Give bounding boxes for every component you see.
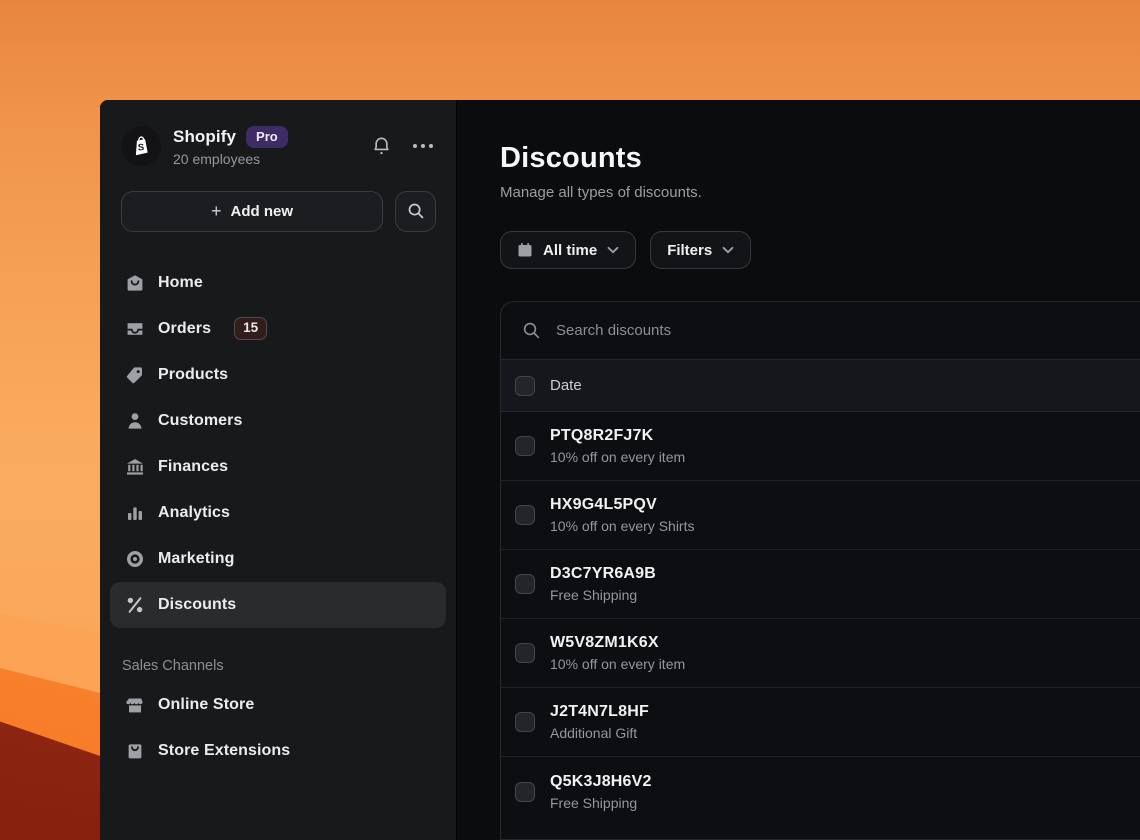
sidebar-item-finances[interactable]: Finances [110,444,446,490]
workspace-header: S Shopify Pro 20 employees [100,100,456,167]
search-discounts-input[interactable] [556,322,1140,339]
home-icon [125,273,145,293]
sidebar-item-analytics[interactable]: Analytics [110,490,446,536]
row-checkbox[interactable] [515,712,535,732]
sidebar-nav: Home Orders 15 Products Customers Financ… [110,260,446,628]
sidebar-item-label: Customers [158,411,243,429]
sidebar-item-marketing[interactable]: Marketing [110,536,446,582]
workspace-actions [371,135,436,157]
orders-count-badge: 15 [234,317,268,341]
sales-channels-nav: Online Store Store Extensions [110,682,446,774]
main-content: Discounts Manage all types of discounts.… [457,100,1140,840]
sidebar-item-label: Store Extensions [158,741,291,759]
sidebar-item-label: Home [158,273,203,291]
bell-icon[interactable] [371,135,392,157]
sidebar-item-home[interactable]: Home [110,260,446,306]
table-header-row: Date [501,360,1140,412]
sidebar-item-label: Products [158,365,229,383]
person-icon [125,411,145,431]
page-subtitle: Manage all types of discounts. [500,184,702,201]
search-icon [522,321,542,340]
discount-code: D3C7YR6A9B [550,565,657,582]
sidebar-search-button[interactable] [395,190,436,232]
add-new-button[interactable]: + Add new [121,190,383,232]
discount-description: 10% off on every Shirts [550,518,695,534]
bar-chart-icon [125,503,145,523]
sidebar-item-orders[interactable]: Orders 15 [110,306,446,352]
table-row[interactable]: D3C7YR6A9B Free Shipping [501,550,1140,619]
discount-description: 10% off on every item [550,449,686,465]
time-range-label: All time [543,241,598,259]
workspace-meta: Shopify Pro 20 employees [173,126,371,167]
sidebar-item-customers[interactable]: Customers [110,398,446,444]
calendar-icon [517,242,533,258]
row-checkbox[interactable] [515,643,535,663]
row-checkbox[interactable] [515,505,535,525]
add-new-label: Add new [230,202,294,220]
discount-code: W5V8ZM1K6X [550,634,659,651]
table-row[interactable]: PTQ8R2FJ7K 10% off on every item [501,412,1140,481]
discount-description: 10% off on every item [550,656,686,672]
row-checkbox[interactable] [515,781,535,802]
discount-code: PTQ8R2FJ7K [550,427,654,444]
chevron-down-icon [722,246,734,254]
row-checkbox[interactable] [515,436,535,456]
bank-icon [125,457,145,477]
discount-code: HX9G4L5PQV [550,496,657,513]
filter-row: All time Filters [500,231,1140,269]
storefront-icon [125,695,145,715]
select-all-checkbox[interactable] [515,375,535,396]
plan-badge: Pro [246,126,288,148]
app-window: S Shopify Pro 20 employees + Add new Hom… [100,100,1140,840]
table-row[interactable]: Q5K3J8H6V2 Free Shipping [501,757,1140,826]
target-icon [125,549,145,569]
ellipsis-icon[interactable] [412,143,434,149]
orders-icon [125,319,145,339]
sidebar: S Shopify Pro 20 employees + Add new Hom… [100,100,457,840]
discounts-table-card: Date PTQ8R2FJ7K 10% off on every item HX… [500,301,1140,840]
discount-code: Q5K3J8H6V2 [550,772,652,790]
search-icon [408,203,423,219]
column-header-date: Date [550,377,582,394]
sidebar-item-products[interactable]: Products [110,352,446,398]
discount-description: Additional Gift [550,725,638,741]
percent-icon [125,595,145,615]
table-row[interactable]: HX9G4L5PQV 10% off on every Shirts [501,481,1140,550]
sidebar-item-label: Online Store [158,695,255,713]
shopping-bag-icon [125,741,145,761]
svg-text:S: S [138,143,145,154]
discount-description: Free Shipping [550,587,638,603]
sidebar-item-label: Finances [158,457,229,475]
sidebar-item-label: Orders [158,319,212,337]
table-row[interactable]: J2T4N7L8HF Additional Gift [501,688,1140,757]
chevron-down-icon [607,246,619,254]
table-row[interactable]: W5V8ZM1K6X 10% off on every item [501,619,1140,688]
discount-code: J2T4N7L8HF [550,703,649,720]
sidebar-item-discounts[interactable]: Discounts [110,581,446,628]
row-checkbox[interactable] [515,574,535,594]
table-search-row [501,302,1140,360]
sidebar-item-label: Marketing [158,549,235,567]
time-range-button[interactable]: All time [500,231,637,269]
page-title: Discounts [500,142,642,174]
shopify-logo-icon: S [121,126,161,167]
plus-icon: + [210,201,222,222]
workspace-subtitle: 20 employees [173,150,261,167]
sidebar-item-label: Analytics [158,503,231,521]
filters-button[interactable]: Filters [650,231,752,269]
tag-icon [125,365,145,385]
workspace-name: Shopify [173,126,237,146]
sidebar-item-online-store[interactable]: Online Store [110,682,446,728]
filters-label: Filters [667,241,713,259]
sidebar-item-label: Discounts [158,595,237,613]
sidebar-actions-row: + Add new [121,190,436,232]
sidebar-item-store-extensions[interactable]: Store Extensions [110,728,446,774]
discount-description: Free Shipping [550,794,638,811]
sales-channels-label: Sales Channels [122,657,224,674]
